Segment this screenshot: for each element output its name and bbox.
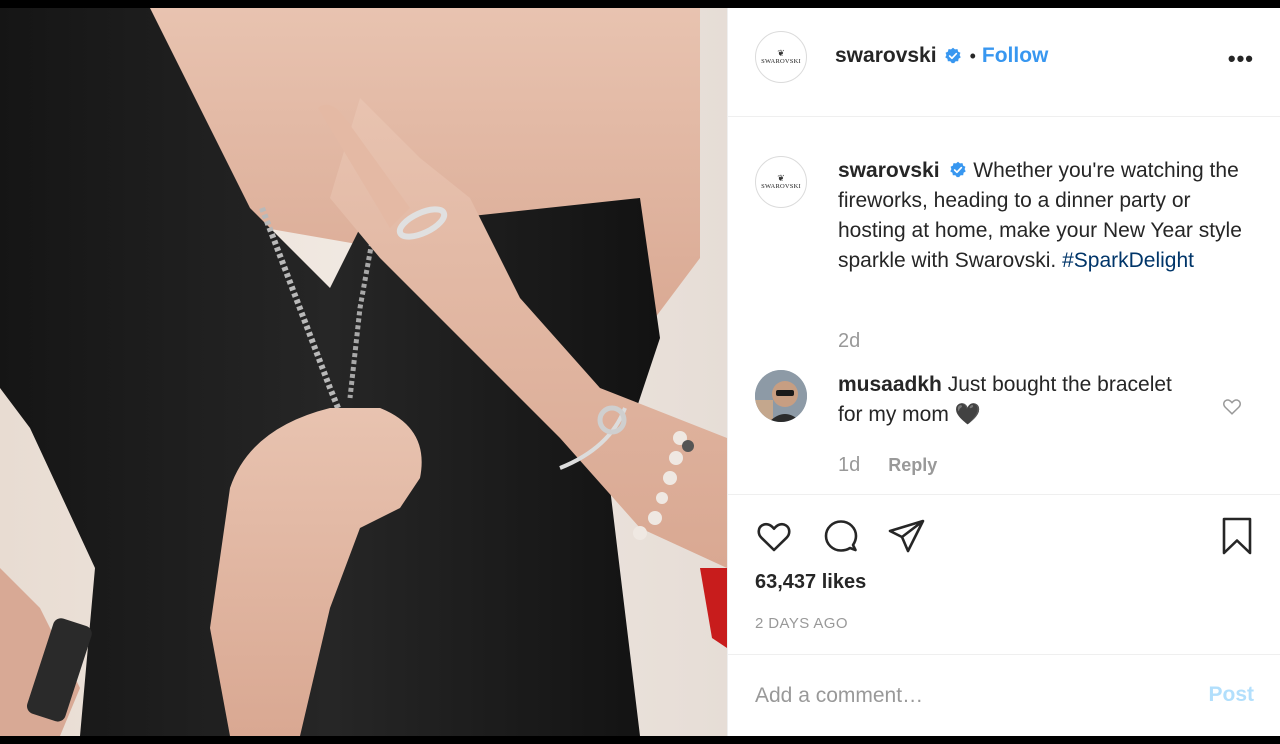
verified-badge-icon	[950, 161, 967, 178]
add-comment-bar: Post	[728, 654, 1280, 736]
post-actions: 63,437 likes 2 DAYS AGO	[728, 494, 1280, 654]
add-comment-input[interactable]	[755, 679, 1175, 713]
caption-author-username[interactable]: swarovski	[838, 159, 940, 182]
post-side-panel: ❦ SWAROVSKI swarovski • Follow ••• ❦ SWA…	[727, 8, 1280, 736]
header-separator: •	[969, 45, 976, 66]
post-header: ❦ SWAROVSKI swarovski • Follow •••	[728, 8, 1280, 117]
photo-illustration	[0, 8, 727, 736]
follow-button[interactable]: Follow	[982, 44, 1049, 68]
post-photo[interactable]	[0, 8, 727, 736]
reply-button[interactable]: Reply	[888, 455, 937, 476]
commenter-avatar[interactable]	[755, 370, 807, 422]
bookmark-icon[interactable]	[1216, 515, 1258, 557]
comment-timestamp[interactable]: 1d	[838, 454, 860, 477]
heart-icon[interactable]	[753, 515, 795, 557]
verified-badge-icon	[944, 47, 961, 64]
commenter-avatar-image	[755, 370, 807, 422]
likes-count[interactable]: 63,437 likes	[755, 571, 866, 594]
comment-text: musaadkh Just bought the bracelet for my…	[838, 370, 1198, 430]
comment-meta: 1d Reply	[838, 454, 937, 477]
author-avatar[interactable]: ❦ SWAROVSKI	[755, 31, 807, 83]
swan-logo-icon: ❦	[777, 48, 785, 58]
comment-like-heart-icon[interactable]	[1221, 395, 1243, 417]
header-user-line: swarovski • Follow	[835, 44, 1048, 68]
brand-wordmark: SWAROVSKI	[761, 58, 801, 65]
comments-list[interactable]: ❦ SWAROVSKI swarovski Whether you're wat…	[728, 118, 1280, 494]
post-time-ago[interactable]: 2 DAYS AGO	[755, 615, 848, 632]
caption-timestamp[interactable]: 2d	[838, 330, 860, 353]
black-heart-icon: 🖤	[954, 403, 981, 426]
instagram-post-window: ❦ SWAROVSKI swarovski • Follow ••• ❦ SWA…	[0, 0, 1280, 744]
more-options-icon[interactable]: •••	[1228, 46, 1254, 72]
caption-text: swarovski Whether you're watching the fi…	[838, 156, 1258, 276]
swan-logo-icon: ❦	[777, 173, 785, 183]
post-comment-button[interactable]: Post	[1208, 683, 1254, 707]
author-username[interactable]: swarovski	[835, 44, 937, 68]
caption-hashtag[interactable]: #SparkDelight	[1062, 249, 1194, 272]
comment-icon[interactable]	[820, 515, 862, 557]
caption-author-avatar[interactable]: ❦ SWAROVSKI	[755, 156, 807, 208]
share-icon[interactable]	[886, 515, 928, 557]
commenter-username[interactable]: musaadkh	[838, 373, 942, 396]
brand-wordmark: SWAROVSKI	[761, 183, 801, 190]
